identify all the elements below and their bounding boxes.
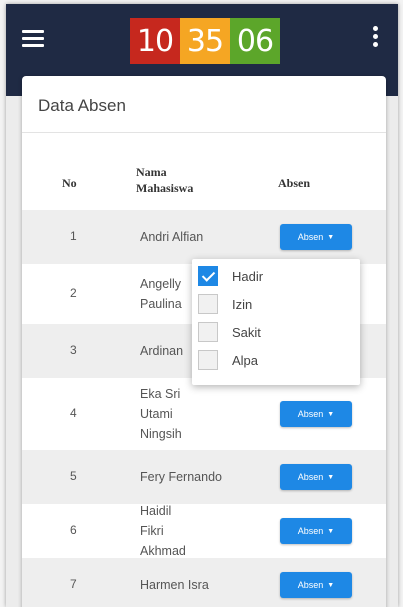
absen-button-label: Absen xyxy=(297,472,324,482)
option-hadir[interactable]: Hadir xyxy=(198,265,263,287)
absen-dropdown-menu: Hadir Izin Sakit Alpa xyxy=(192,259,360,385)
clock-minutes: 35 xyxy=(180,18,230,64)
table-row: 1 Andri Alfian Absen ▼ xyxy=(22,210,386,264)
option-label: Izin xyxy=(232,296,253,312)
absen-dropdown-button[interactable]: Absen▼ xyxy=(280,572,352,598)
caret-down-icon: ▼ xyxy=(327,473,335,481)
absen-button-label: Absen xyxy=(297,232,324,242)
column-header-no: No xyxy=(62,176,77,190)
row-number: 3 xyxy=(70,343,77,357)
checkbox-icon[interactable] xyxy=(198,350,218,370)
absen-button-label: Absen xyxy=(297,580,324,590)
absen-button-label: Absen xyxy=(297,526,324,536)
column-header-absen: Absen xyxy=(278,176,311,190)
table-row: 4 Eka Sri Utami Ningsih Absen ▼ xyxy=(22,378,386,450)
table-row: 6 Haidil Fikri Akhmad Absen ▼ xyxy=(22,504,386,558)
option-izin[interactable]: Izin xyxy=(198,293,252,315)
row-number: 1 xyxy=(70,229,77,243)
student-name: Haidil Fikri Akhmad xyxy=(140,504,186,558)
caret-down-icon: ▼ xyxy=(327,581,335,589)
caret-down-icon: ▼ xyxy=(327,410,335,418)
column-header-name: Nama Mahasiswa xyxy=(136,165,194,195)
row-number: 5 xyxy=(70,469,77,483)
absen-dropdown-button[interactable]: Absen▼ xyxy=(280,518,352,544)
option-sakit[interactable]: Sakit xyxy=(198,321,261,343)
clock-seconds: 06 xyxy=(230,18,280,64)
absen-dropdown-button[interactable]: Absen▼ xyxy=(280,224,352,250)
table-header: No Nama Mahasiswa Absen xyxy=(22,162,386,202)
checkbox-icon[interactable] xyxy=(198,294,218,314)
caret-down-icon: ▼ xyxy=(327,233,335,241)
row-number: 2 xyxy=(70,286,77,300)
card-title: Data Absen xyxy=(38,96,126,115)
clock-hours: 10 xyxy=(130,18,180,64)
student-name: Andri Alfian xyxy=(140,230,204,244)
checkbox-checked-icon[interactable] xyxy=(198,266,218,286)
hamburger-menu-icon[interactable] xyxy=(22,30,44,48)
option-alpa[interactable]: Alpa xyxy=(198,349,258,371)
option-label: Alpa xyxy=(232,352,259,368)
caret-down-icon: ▼ xyxy=(327,527,335,535)
absen-button-label: Absen xyxy=(297,409,324,419)
checkbox-icon[interactable] xyxy=(198,322,218,342)
table-row: 7 Harmen Isra Absen ▼ xyxy=(22,558,386,607)
app-frame: 10 35 06 Data Absen No Nama Mahasiswa Ab… xyxy=(6,4,398,607)
more-vertical-icon[interactable] xyxy=(370,26,380,54)
digital-clock: 10 35 06 xyxy=(130,18,280,64)
option-label: Hadir xyxy=(232,268,264,284)
absen-dropdown-button[interactable]: Absen▼ xyxy=(280,401,352,427)
student-name: Fery Fernando xyxy=(140,470,222,484)
student-name: Harmen Isra xyxy=(140,578,209,592)
table-row: 5 Fery Fernando Absen ▼ xyxy=(22,450,386,504)
student-name: Eka Sri Utami Ningsih xyxy=(140,387,182,441)
row-number: 7 xyxy=(70,577,77,591)
option-label: Sakit xyxy=(232,324,261,340)
card-divider xyxy=(22,132,386,133)
absen-dropdown-button[interactable]: Absen▼ xyxy=(280,464,352,490)
row-number: 4 xyxy=(70,406,77,420)
row-number: 6 xyxy=(70,523,77,537)
